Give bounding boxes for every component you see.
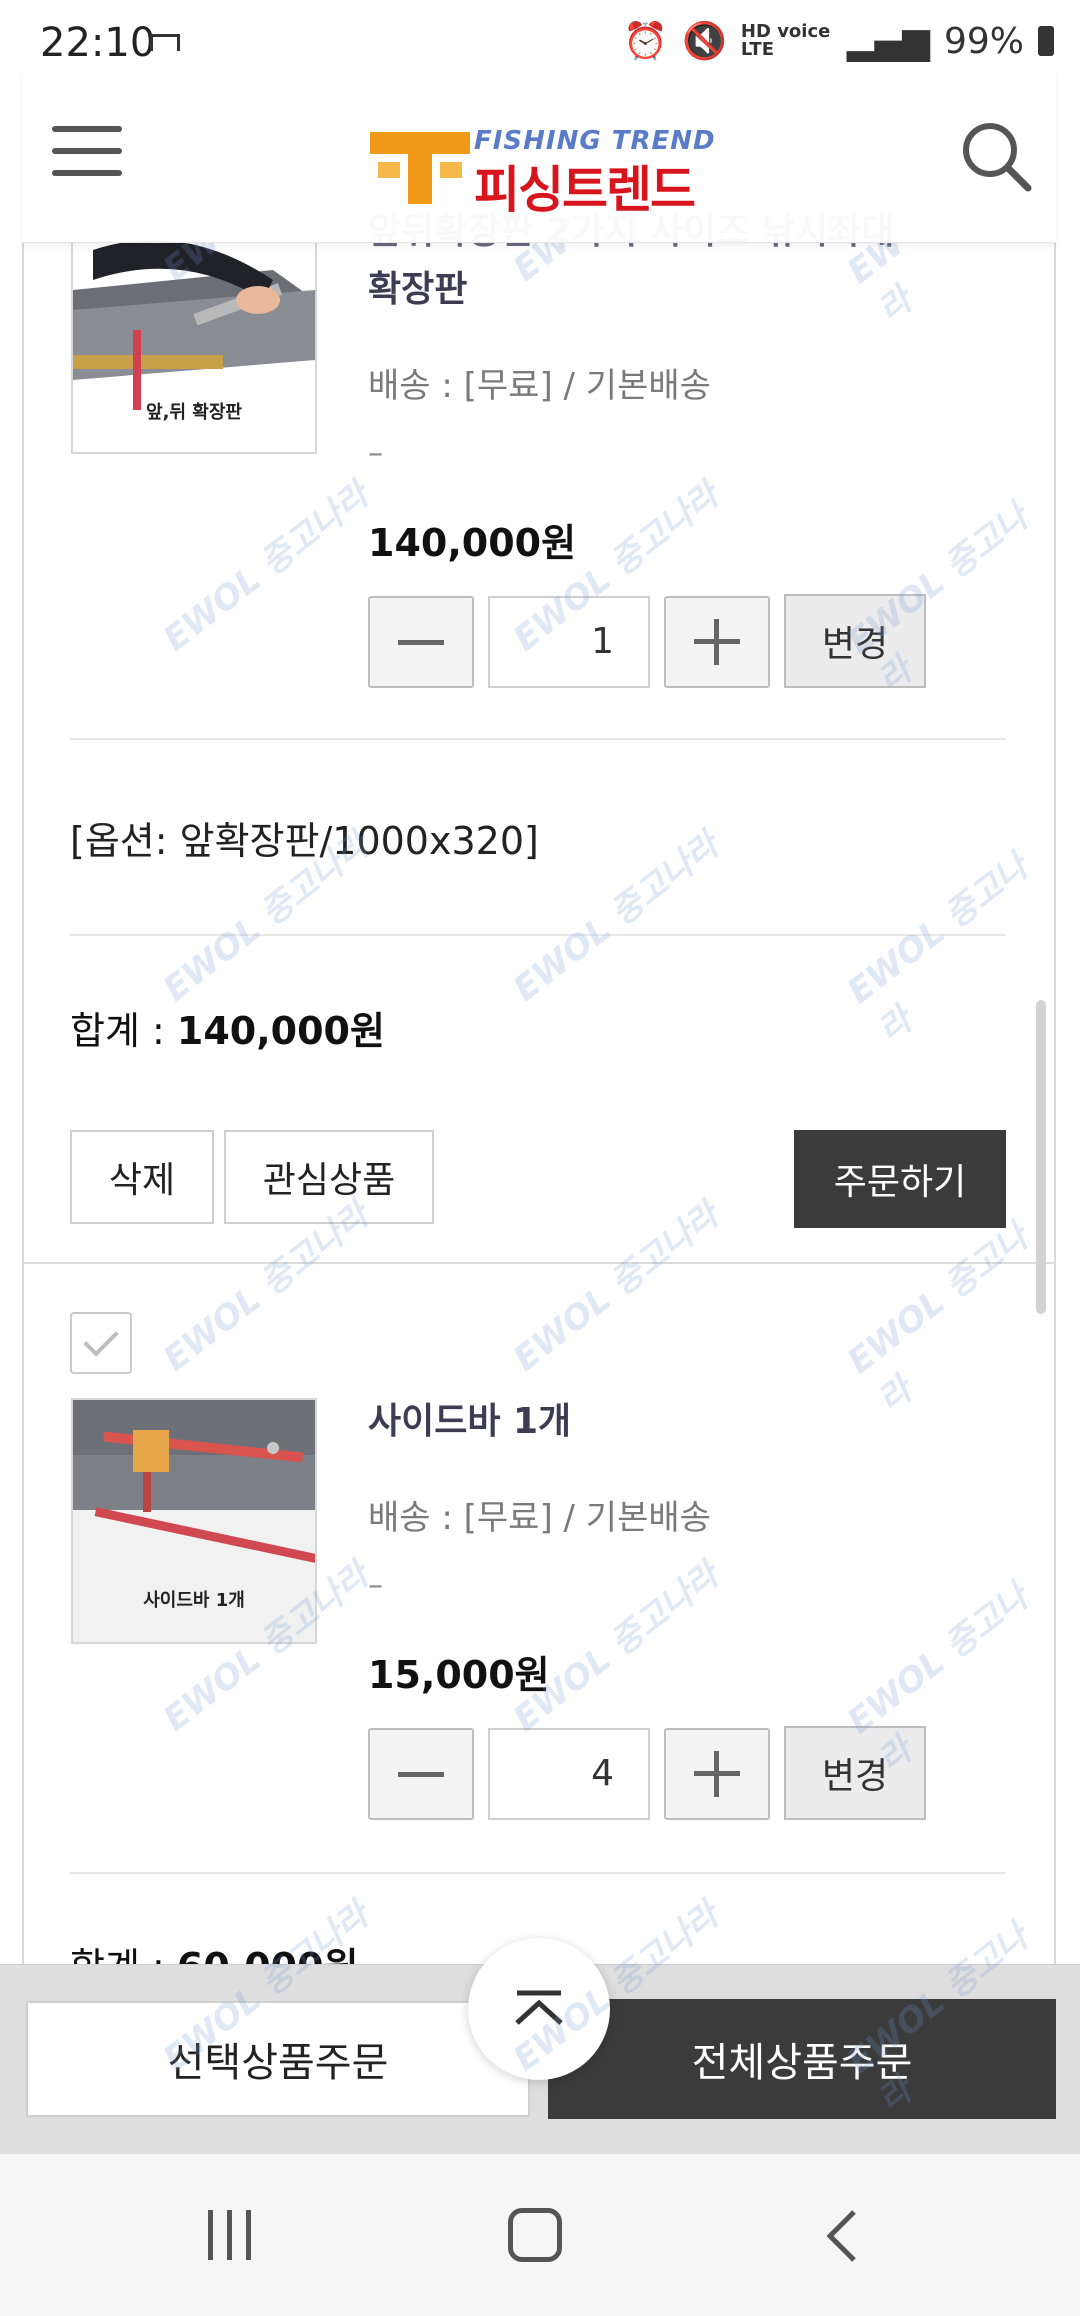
- recents-button[interactable]: [208, 2210, 262, 2262]
- home-button[interactable]: [508, 2208, 562, 2262]
- product-title[interactable]: 사이드바 1개: [368, 1394, 571, 1450]
- item-divider: [22, 1262, 1056, 1264]
- quantity-increase-button[interactable]: [664, 1728, 770, 1820]
- site-header: FISHING TREND 피싱트렌드: [22, 70, 1056, 243]
- order-button[interactable]: 주문하기: [794, 1130, 1006, 1228]
- item-total: 합계 : 140,000원: [70, 1000, 385, 1055]
- plus-icon: [694, 619, 740, 665]
- quantity-change-button[interactable]: 변경: [784, 1726, 926, 1820]
- logo-mark: [370, 132, 470, 204]
- dash-text: –: [368, 1568, 383, 1603]
- quantity-input[interactable]: 4: [488, 1728, 650, 1820]
- divider: [70, 1872, 1006, 1874]
- quantity-decrease-button[interactable]: [368, 596, 474, 688]
- recents-icon: [208, 2210, 262, 2260]
- status-icons: ⏰ 🔇 HD voice LTE ▂▄▆ 99%: [623, 20, 1054, 62]
- menu-button[interactable]: [52, 122, 124, 182]
- search-button[interactable]: [956, 116, 1036, 196]
- back-icon: [826, 2210, 856, 2262]
- shipping-info: 배송 : [무료] / 기본배송: [368, 1498, 711, 1538]
- minus-icon: [398, 1771, 444, 1777]
- product-image-caption: 사이드바 1개: [143, 1590, 245, 1611]
- item-checkbox[interactable]: [70, 1312, 132, 1374]
- quantity-input[interactable]: 1: [488, 596, 650, 688]
- order-selected-button[interactable]: 선택상품주문: [26, 2001, 530, 2117]
- notification-icon: [150, 34, 180, 51]
- alarm-icon: ⏰: [623, 21, 669, 62]
- wishlist-button[interactable]: 관심상품: [224, 1130, 434, 1224]
- plus-icon: [694, 1751, 740, 1797]
- site-logo[interactable]: FISHING TREND 피싱트렌드: [370, 126, 738, 219]
- divider: [70, 934, 1006, 936]
- delete-button[interactable]: 삭제: [70, 1130, 214, 1224]
- shipping-info: 배송 : [무료] / 기본배송: [368, 366, 711, 406]
- dash-text: –: [368, 436, 383, 471]
- scroll-top-button[interactable]: [468, 1938, 610, 2080]
- total-value: 140,000원: [176, 1009, 385, 1053]
- quantity-increase-button[interactable]: [664, 596, 770, 688]
- battery-label: 99%: [943, 20, 1024, 62]
- product-price: 140,000원: [368, 521, 577, 565]
- quantity-decrease-button[interactable]: [368, 1728, 474, 1820]
- divider: [70, 738, 1006, 740]
- status-time: 22:10: [40, 20, 156, 66]
- order-all-button[interactable]: 전체상품주문: [548, 1999, 1056, 2119]
- signal-icon: ▂▄▆: [846, 20, 930, 62]
- product-title-line2[interactable]: 확장판: [368, 262, 467, 318]
- battery-icon: [1038, 26, 1054, 56]
- scrollbar[interactable]: [1036, 1000, 1046, 1314]
- product-price: 15,000원: [368, 1653, 550, 1697]
- product-image-sidebar[interactable]: 사이드바 1개: [71, 1398, 317, 1644]
- product-image-extension[interactable]: 앞,뒤 확장판: [71, 208, 317, 454]
- check-icon: [83, 1321, 119, 1357]
- quantity-change-button[interactable]: 변경: [784, 594, 926, 688]
- total-label: 합계 :: [70, 1009, 177, 1053]
- option-text: [옵션: 앞확장판/1000x320]: [70, 819, 539, 863]
- product-image-caption: 앞,뒤 확장판: [146, 402, 242, 423]
- mute-icon: 🔇: [682, 21, 727, 62]
- system-nav-bar: [0, 2154, 1080, 2316]
- network-label: HD voice LTE: [740, 21, 831, 60]
- back-button[interactable]: [822, 2208, 862, 2264]
- search-icon: [963, 123, 1032, 192]
- minus-icon: [398, 639, 444, 645]
- logo-text-ko: 피싱트렌드: [474, 161, 696, 219]
- chevron-up-icon: [515, 1990, 563, 2025]
